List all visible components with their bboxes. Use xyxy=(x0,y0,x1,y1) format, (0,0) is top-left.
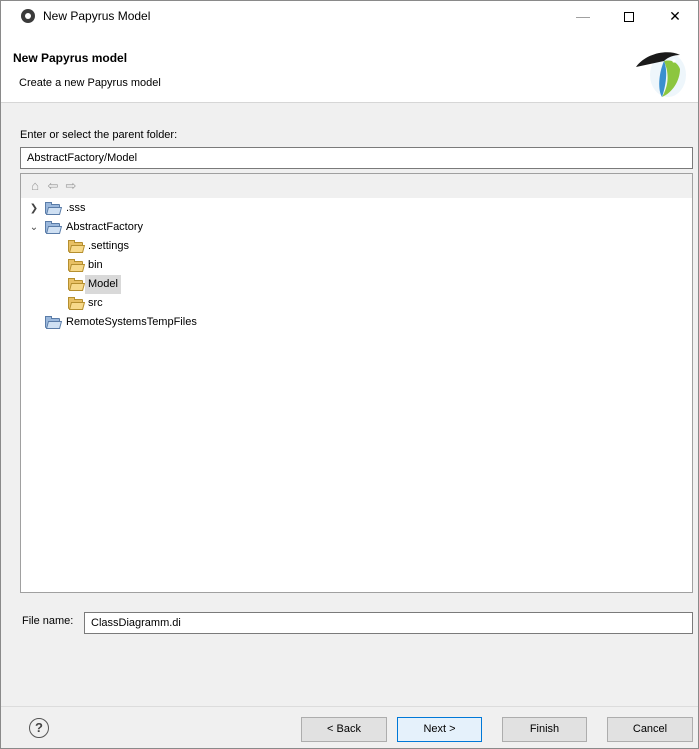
tree-item-label: Model xyxy=(85,275,121,294)
tree-item-label: AbstractFactory xyxy=(66,221,144,233)
back-arrow-icon[interactable]: ⇦ xyxy=(45,179,61,193)
folder-icon xyxy=(68,259,86,272)
page-description: Create a new Papyrus model xyxy=(19,77,161,89)
file-name-label: File name: xyxy=(22,615,74,627)
folder-tree[interactable]: ⌂ ⇦ ⇨ ❯ .sss ⌄ AbstractFactory .settings… xyxy=(20,173,693,593)
tree-item-model[interactable]: Model xyxy=(21,275,221,294)
parent-folder-label: Enter or select the parent folder: xyxy=(20,129,178,141)
tree-item-label: RemoteSystemsTempFiles xyxy=(66,316,197,328)
maximize-button[interactable] xyxy=(606,1,652,31)
file-name-input[interactable]: ClassDiagramm.di xyxy=(84,612,693,634)
tree-item-bin[interactable]: bin xyxy=(21,256,221,275)
new-papyrus-model-dialog: New Papyrus Model — ✕ New Papyrus model … xyxy=(0,0,699,749)
cancel-button[interactable]: Cancel xyxy=(607,717,693,742)
tree-item-remotesystemstempfiles[interactable]: RemoteSystemsTempFiles xyxy=(21,313,321,332)
page-title: New Papyrus model xyxy=(13,51,128,65)
tree-item-settings[interactable]: .settings xyxy=(21,237,221,256)
chevron-right-icon[interactable]: ❯ xyxy=(29,199,39,218)
parent-folder-input[interactable]: AbstractFactory/Model xyxy=(20,147,693,169)
project-folder-icon xyxy=(45,221,63,234)
project-folder-icon xyxy=(45,202,63,215)
title-bar[interactable]: New Papyrus Model — ✕ xyxy=(1,1,698,31)
folder-icon xyxy=(68,297,86,310)
maximize-icon xyxy=(624,12,634,23)
tree-item-label: .settings xyxy=(88,240,129,252)
chevron-down-icon[interactable]: ⌄ xyxy=(29,218,39,237)
tree-item-label: .sss xyxy=(66,202,86,214)
tree-item-label: src xyxy=(88,297,103,309)
wizard-header: New Papyrus model Create a new Papyrus m… xyxy=(1,31,698,103)
tree-item-src[interactable]: src xyxy=(21,294,221,313)
tree-item-sss[interactable]: ❯ .sss xyxy=(21,199,221,218)
finish-button[interactable]: Finish xyxy=(502,717,587,742)
close-button[interactable]: ✕ xyxy=(652,1,698,31)
folder-icon xyxy=(68,278,86,291)
tree-toolbar: ⌂ ⇦ ⇨ xyxy=(21,174,692,198)
eclipse-app-icon xyxy=(21,9,35,23)
back-button[interactable]: < Back xyxy=(301,717,387,742)
papyrus-logo xyxy=(636,52,686,97)
help-icon[interactable]: ? xyxy=(29,718,49,738)
tree-item-label: bin xyxy=(88,259,103,271)
forward-arrow-icon[interactable]: ⇨ xyxy=(63,179,79,193)
project-folder-icon xyxy=(45,316,63,329)
next-button[interactable]: Next > xyxy=(397,717,482,742)
tree-item-abstractfactory[interactable]: ⌄ AbstractFactory xyxy=(21,218,221,237)
minimize-button[interactable]: — xyxy=(560,1,606,31)
folder-icon xyxy=(68,240,86,253)
button-bar-separator xyxy=(1,706,698,707)
window-title: New Papyrus Model xyxy=(43,9,151,23)
home-icon[interactable]: ⌂ xyxy=(27,179,43,193)
